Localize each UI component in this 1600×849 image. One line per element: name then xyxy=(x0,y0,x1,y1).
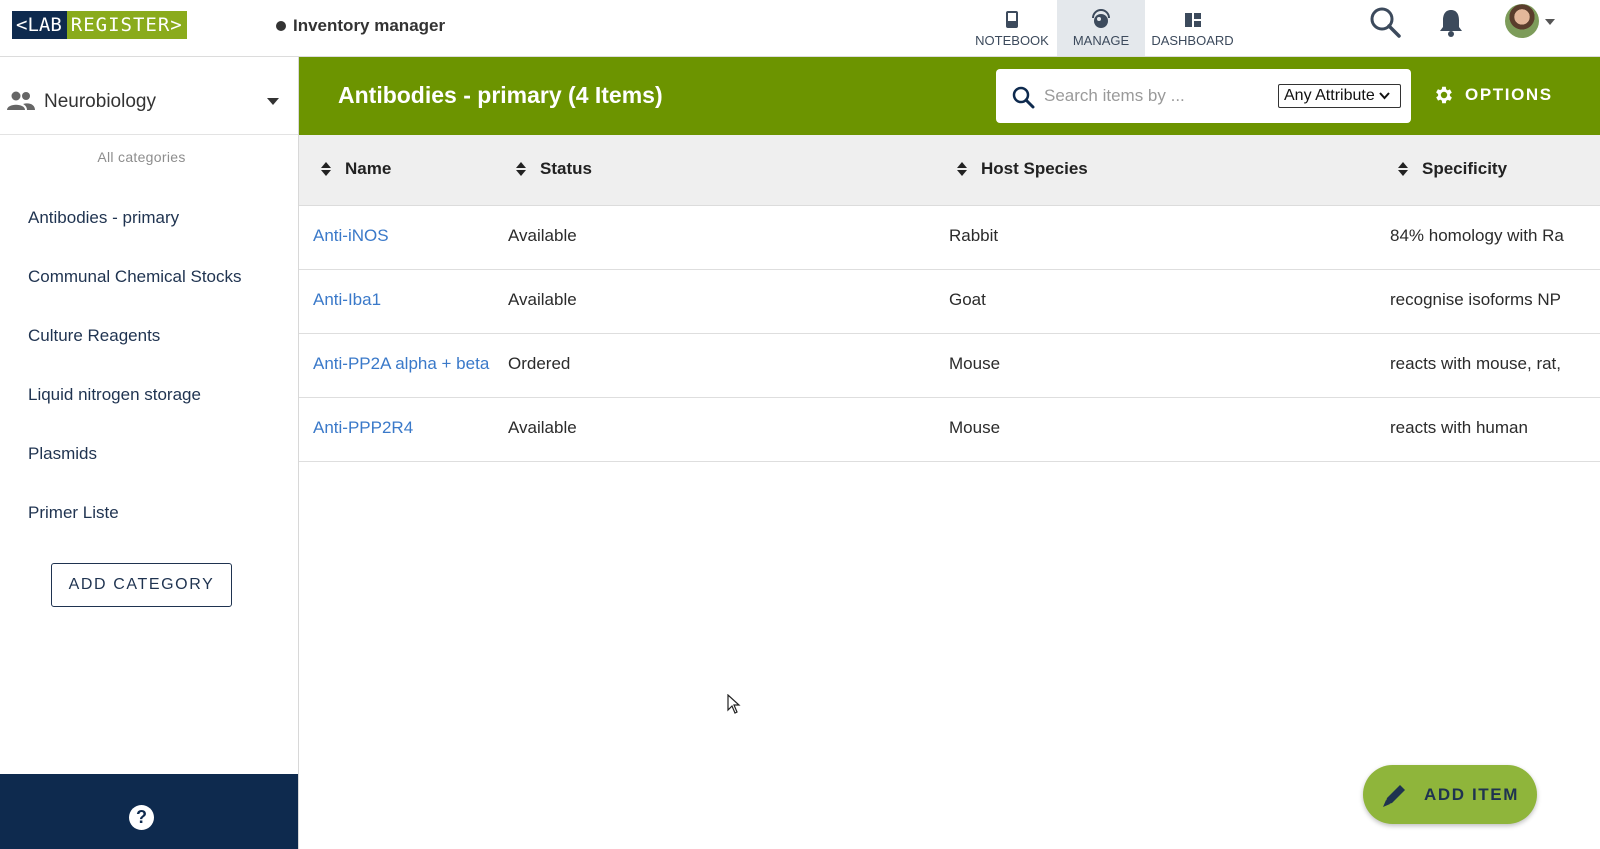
column-header-name[interactable]: Name xyxy=(320,159,391,179)
item-host-species: Mouse xyxy=(949,418,1001,437)
sidebar-item-primer-liste[interactable]: Primer Liste xyxy=(28,503,242,562)
category-header: Antibodies - primary (4 Items) Any Attri… xyxy=(299,57,1600,135)
group-people-icon xyxy=(6,90,36,117)
item-status: Available xyxy=(508,226,577,245)
item-specificity: 84% homology with Ra xyxy=(1390,226,1564,245)
item-name-link[interactable]: Anti-Iba1 xyxy=(313,290,381,310)
group-selector[interactable]: Neurobiology xyxy=(0,57,298,135)
column-header-label: Name xyxy=(345,159,392,178)
attribute-select[interactable]: Any Attribute xyxy=(1278,84,1401,108)
logo-lab-text: <LAB xyxy=(12,11,67,39)
column-header-status[interactable]: Status xyxy=(515,159,592,179)
item-search-box: Any Attribute xyxy=(996,69,1411,123)
manage-icon xyxy=(1090,7,1112,33)
options-button[interactable]: OPTIONS xyxy=(1433,84,1553,106)
items-table-body: Anti-iNOS Available Rabbit 84% homology … xyxy=(299,206,1600,462)
item-status: Available xyxy=(508,290,577,309)
sort-icon xyxy=(515,162,527,176)
sidebar-item-plasmids[interactable]: Plasmids xyxy=(28,444,242,503)
notebook-icon xyxy=(1004,7,1020,33)
sort-icon xyxy=(320,162,332,176)
nav-tab-notebook[interactable]: NOTEBOOK xyxy=(967,0,1057,56)
options-label: OPTIONS xyxy=(1465,85,1553,104)
sidebar-item-liquid-nitrogen-storage[interactable]: Liquid nitrogen storage xyxy=(28,385,242,444)
sidebar-item-antibodies-primary[interactable]: Antibodies - primary xyxy=(28,208,242,267)
help-icon[interactable]: ? xyxy=(129,805,154,830)
user-avatar[interactable] xyxy=(1505,4,1539,38)
table-row[interactable]: Anti-PPP2R4 Available Mouse reacts with … xyxy=(299,398,1600,462)
all-categories-link[interactable]: All categories xyxy=(0,149,283,165)
search-icon xyxy=(1011,85,1035,114)
search-input[interactable] xyxy=(1044,83,1269,109)
table-row[interactable]: Anti-PP2A alpha + beta Ordered Mouse rea… xyxy=(299,334,1600,398)
chevron-down-icon xyxy=(1378,86,1390,106)
nav-tab-dashboard-label: DASHBOARD xyxy=(1151,33,1234,48)
item-specificity: recognise isoforms NP xyxy=(1390,290,1562,309)
sidebar-item-culture-reagents[interactable]: Culture Reagents xyxy=(28,326,242,385)
category-list: Antibodies - primary Communal Chemical S… xyxy=(28,208,242,562)
global-search-icon[interactable] xyxy=(1368,5,1402,44)
nav-tab-manage-label: MANAGE xyxy=(1072,33,1130,48)
item-name-link[interactable]: Anti-PPP2R4 xyxy=(313,418,413,438)
table-row[interactable]: Anti-Iba1 Available Goat recognise isofo… xyxy=(299,270,1600,334)
page-title: Antibodies - primary (4 Items) xyxy=(338,82,663,108)
nav-tab-notebook-label: NOTEBOOK xyxy=(975,33,1049,48)
item-host-species: Rabbit xyxy=(949,226,999,245)
attribute-select-value: Any Attribute xyxy=(1284,87,1375,104)
item-name-link[interactable]: Anti-iNOS xyxy=(313,226,389,246)
item-specificity: reacts with mouse, rat, xyxy=(1390,354,1562,373)
user-menu-chevron-down-icon[interactable] xyxy=(1545,19,1555,25)
column-header-specificity[interactable]: Specificity xyxy=(1397,159,1507,179)
group-chevron-down-icon[interactable] xyxy=(267,98,279,105)
column-header-label: Host Species xyxy=(981,159,1088,178)
table-row[interactable]: Anti-iNOS Available Rabbit 84% homology … xyxy=(299,206,1600,270)
gear-icon xyxy=(1436,86,1452,104)
add-category-button[interactable]: ADD CATEGORY xyxy=(51,563,232,607)
nav-tab-dashboard[interactable]: DASHBOARD xyxy=(1145,0,1240,56)
column-header-label: Status xyxy=(540,159,592,178)
item-status: Available xyxy=(508,418,577,437)
dashboard-icon xyxy=(1184,7,1202,33)
notifications-bell-icon[interactable] xyxy=(1437,7,1465,42)
main-content: Antibodies - primary (4 Items) Any Attri… xyxy=(299,57,1600,849)
item-specificity: reacts with human xyxy=(1390,418,1528,437)
nav-tab-manage[interactable]: MANAGE xyxy=(1057,0,1145,56)
module-title: Inventory manager xyxy=(276,16,445,36)
group-name: Neurobiology xyxy=(44,91,156,112)
add-item-label: ADD ITEM xyxy=(1424,784,1519,804)
sort-icon xyxy=(956,162,968,176)
help-bar: ? xyxy=(0,774,298,849)
module-dot-icon xyxy=(276,21,286,31)
mouse-cursor-icon xyxy=(727,693,741,719)
module-title-label: Inventory manager xyxy=(293,16,446,35)
sidebar-item-communal-chemical-stocks[interactable]: Communal Chemical Stocks xyxy=(28,267,242,326)
top-bar: <LAB REGISTER> Inventory manager NOTEBOO… xyxy=(0,0,1600,57)
column-header-label: Specificity xyxy=(1422,159,1508,178)
table-header: Name Status Host Species Specificity xyxy=(299,135,1600,206)
add-item-button[interactable]: ADD ITEM xyxy=(1363,765,1537,824)
item-name-link[interactable]: Anti-PP2A alpha + beta xyxy=(313,354,489,374)
pencil-icon xyxy=(1383,784,1405,807)
column-header-host-species[interactable]: Host Species xyxy=(956,159,1088,179)
logo-register-text: REGISTER> xyxy=(66,11,187,39)
item-host-species: Mouse xyxy=(949,354,1001,373)
item-host-species: Goat xyxy=(949,290,986,309)
sort-icon xyxy=(1397,162,1409,176)
item-status: Ordered xyxy=(508,354,571,373)
lab-register-logo[interactable]: <LAB REGISTER> xyxy=(12,11,187,39)
sidebar: Neurobiology All categories Antibodies -… xyxy=(0,57,299,849)
